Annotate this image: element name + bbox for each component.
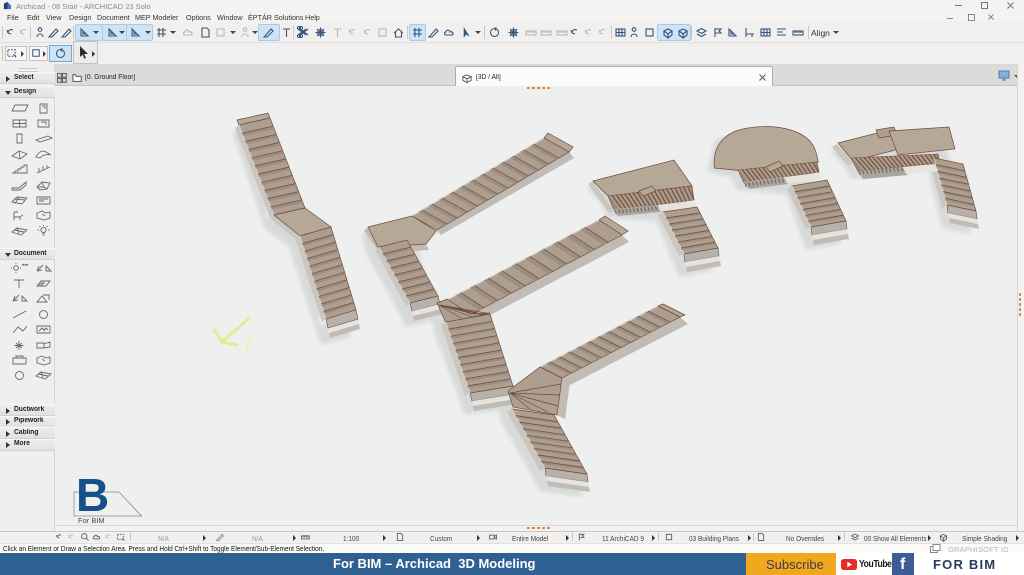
svg-text:For BIM: For BIM (78, 516, 105, 525)
svg-text:B: B (76, 469, 109, 521)
